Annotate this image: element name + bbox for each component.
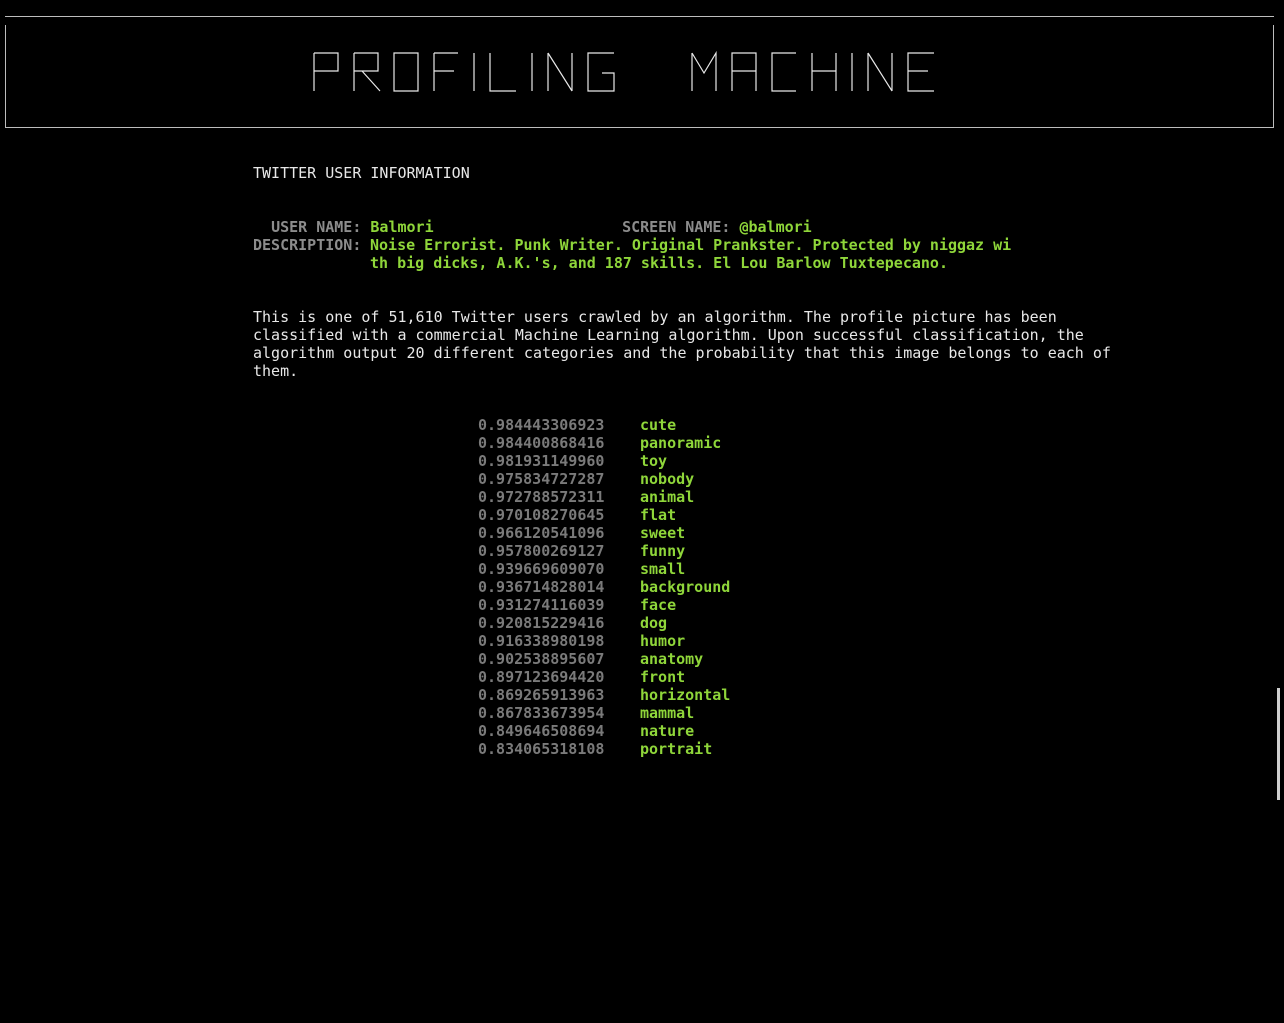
category-row: 0.984443306923 cute <box>478 416 730 434</box>
category-score: 0.867833673954 <box>478 704 605 722</box>
screen-name-label: SCREEN NAME: <box>622 218 731 236</box>
category-row: 0.867833673954 mammal <box>478 704 730 722</box>
category-row: 0.916338980198 humor <box>478 632 730 650</box>
category-score: 0.984443306923 <box>478 416 605 434</box>
category-score: 0.834065318108 <box>478 740 605 758</box>
category-row: 0.984400868416 panoramic <box>478 434 730 452</box>
category-score: 0.970108270645 <box>478 506 605 524</box>
screen-name-value: @balmori <box>739 218 812 236</box>
category-row: 0.975834727287 nobody <box>478 470 730 488</box>
category-score: 0.984400868416 <box>478 434 605 452</box>
section-title: TWITTER USER INFORMATION <box>253 164 470 182</box>
category-row: 0.966120541096 sweet <box>478 524 730 542</box>
category-name: nature <box>640 722 695 740</box>
category-name: face <box>640 596 677 614</box>
category-row: 0.939669609070 small <box>478 560 730 578</box>
category-score: 0.957800269127 <box>478 542 605 560</box>
category-name: panoramic <box>640 434 722 452</box>
category-score: 0.869265913963 <box>478 686 605 704</box>
category-name: toy <box>640 452 668 470</box>
category-name: anatomy <box>640 650 704 668</box>
category-row: 0.834065318108 portrait <box>478 740 730 758</box>
category-score: 0.897123694420 <box>478 668 605 686</box>
category-name: dog <box>640 614 668 632</box>
description-value: Noise Errorist. Punk Writer. Original Pr… <box>370 236 1012 272</box>
category-score: 0.931274116039 <box>478 596 605 614</box>
category-row: 0.897123694420 front <box>478 668 730 686</box>
category-name: flat <box>640 506 677 524</box>
category-row: 0.981931149960 toy <box>478 452 730 470</box>
category-list: 0.984443306923 cute 0.984400868416 panorami… <box>478 416 730 758</box>
category-name: animal <box>640 488 695 506</box>
category-name: portrait <box>640 740 713 758</box>
category-row: 0.902538895607 anatomy <box>478 650 730 668</box>
category-name: humor <box>640 632 686 650</box>
user-name-row: USER NAME: Balmori <box>253 200 434 236</box>
category-score: 0.936714828014 <box>478 578 605 596</box>
category-score: 0.916338980198 <box>478 632 605 650</box>
banner-title-text: PROFILING MACHINE <box>5 17 6 18</box>
user-name-value: Balmori <box>370 218 434 236</box>
category-score: 0.920815229416 <box>478 614 605 632</box>
description-label: DESCRIPTION: <box>253 236 362 254</box>
category-name: background <box>640 578 731 596</box>
category-score: 0.981931149960 <box>478 452 605 470</box>
category-name: horizontal <box>640 686 731 704</box>
category-score: 0.849646508694 <box>478 722 605 740</box>
category-row: 0.931274116039 face <box>478 596 730 614</box>
category-row: 0.936714828014 background <box>478 578 730 596</box>
category-row: 0.920815229416 dog <box>478 614 730 632</box>
category-name: sweet <box>640 524 686 542</box>
ascii-banner: PROFILING MACHINE <box>5 16 1274 128</box>
category-score: 0.972788572311 <box>478 488 605 506</box>
category-row: 0.957800269127 funny <box>478 542 730 560</box>
category-name: small <box>640 560 686 578</box>
category-row: 0.972788572311 animal <box>478 488 730 506</box>
intro-paragraph: This is one of 51,610 Twitter users craw… <box>253 308 1111 380</box>
category-name: nobody <box>640 470 695 488</box>
category-name: mammal <box>640 704 695 722</box>
category-name: funny <box>640 542 686 560</box>
category-score: 0.902538895607 <box>478 650 605 668</box>
ascii-title-art <box>312 50 934 92</box>
category-score: 0.939669609070 <box>478 560 605 578</box>
scrollbar-thumb[interactable] <box>1277 688 1280 800</box>
user-name-label: USER NAME: <box>271 218 362 236</box>
category-score: 0.975834727287 <box>478 470 605 488</box>
banner-ascii-art <box>5 47 1274 95</box>
category-row: 0.970108270645 flat <box>478 506 730 524</box>
category-row: 0.869265913963 horizontal <box>478 686 730 704</box>
category-row: 0.849646508694 nature <box>478 722 730 740</box>
category-name: front <box>640 668 686 686</box>
category-name: cute <box>640 416 677 434</box>
category-score: 0.966120541096 <box>478 524 605 542</box>
screen-name-row: SCREEN NAME: @balmori <box>604 200 812 236</box>
